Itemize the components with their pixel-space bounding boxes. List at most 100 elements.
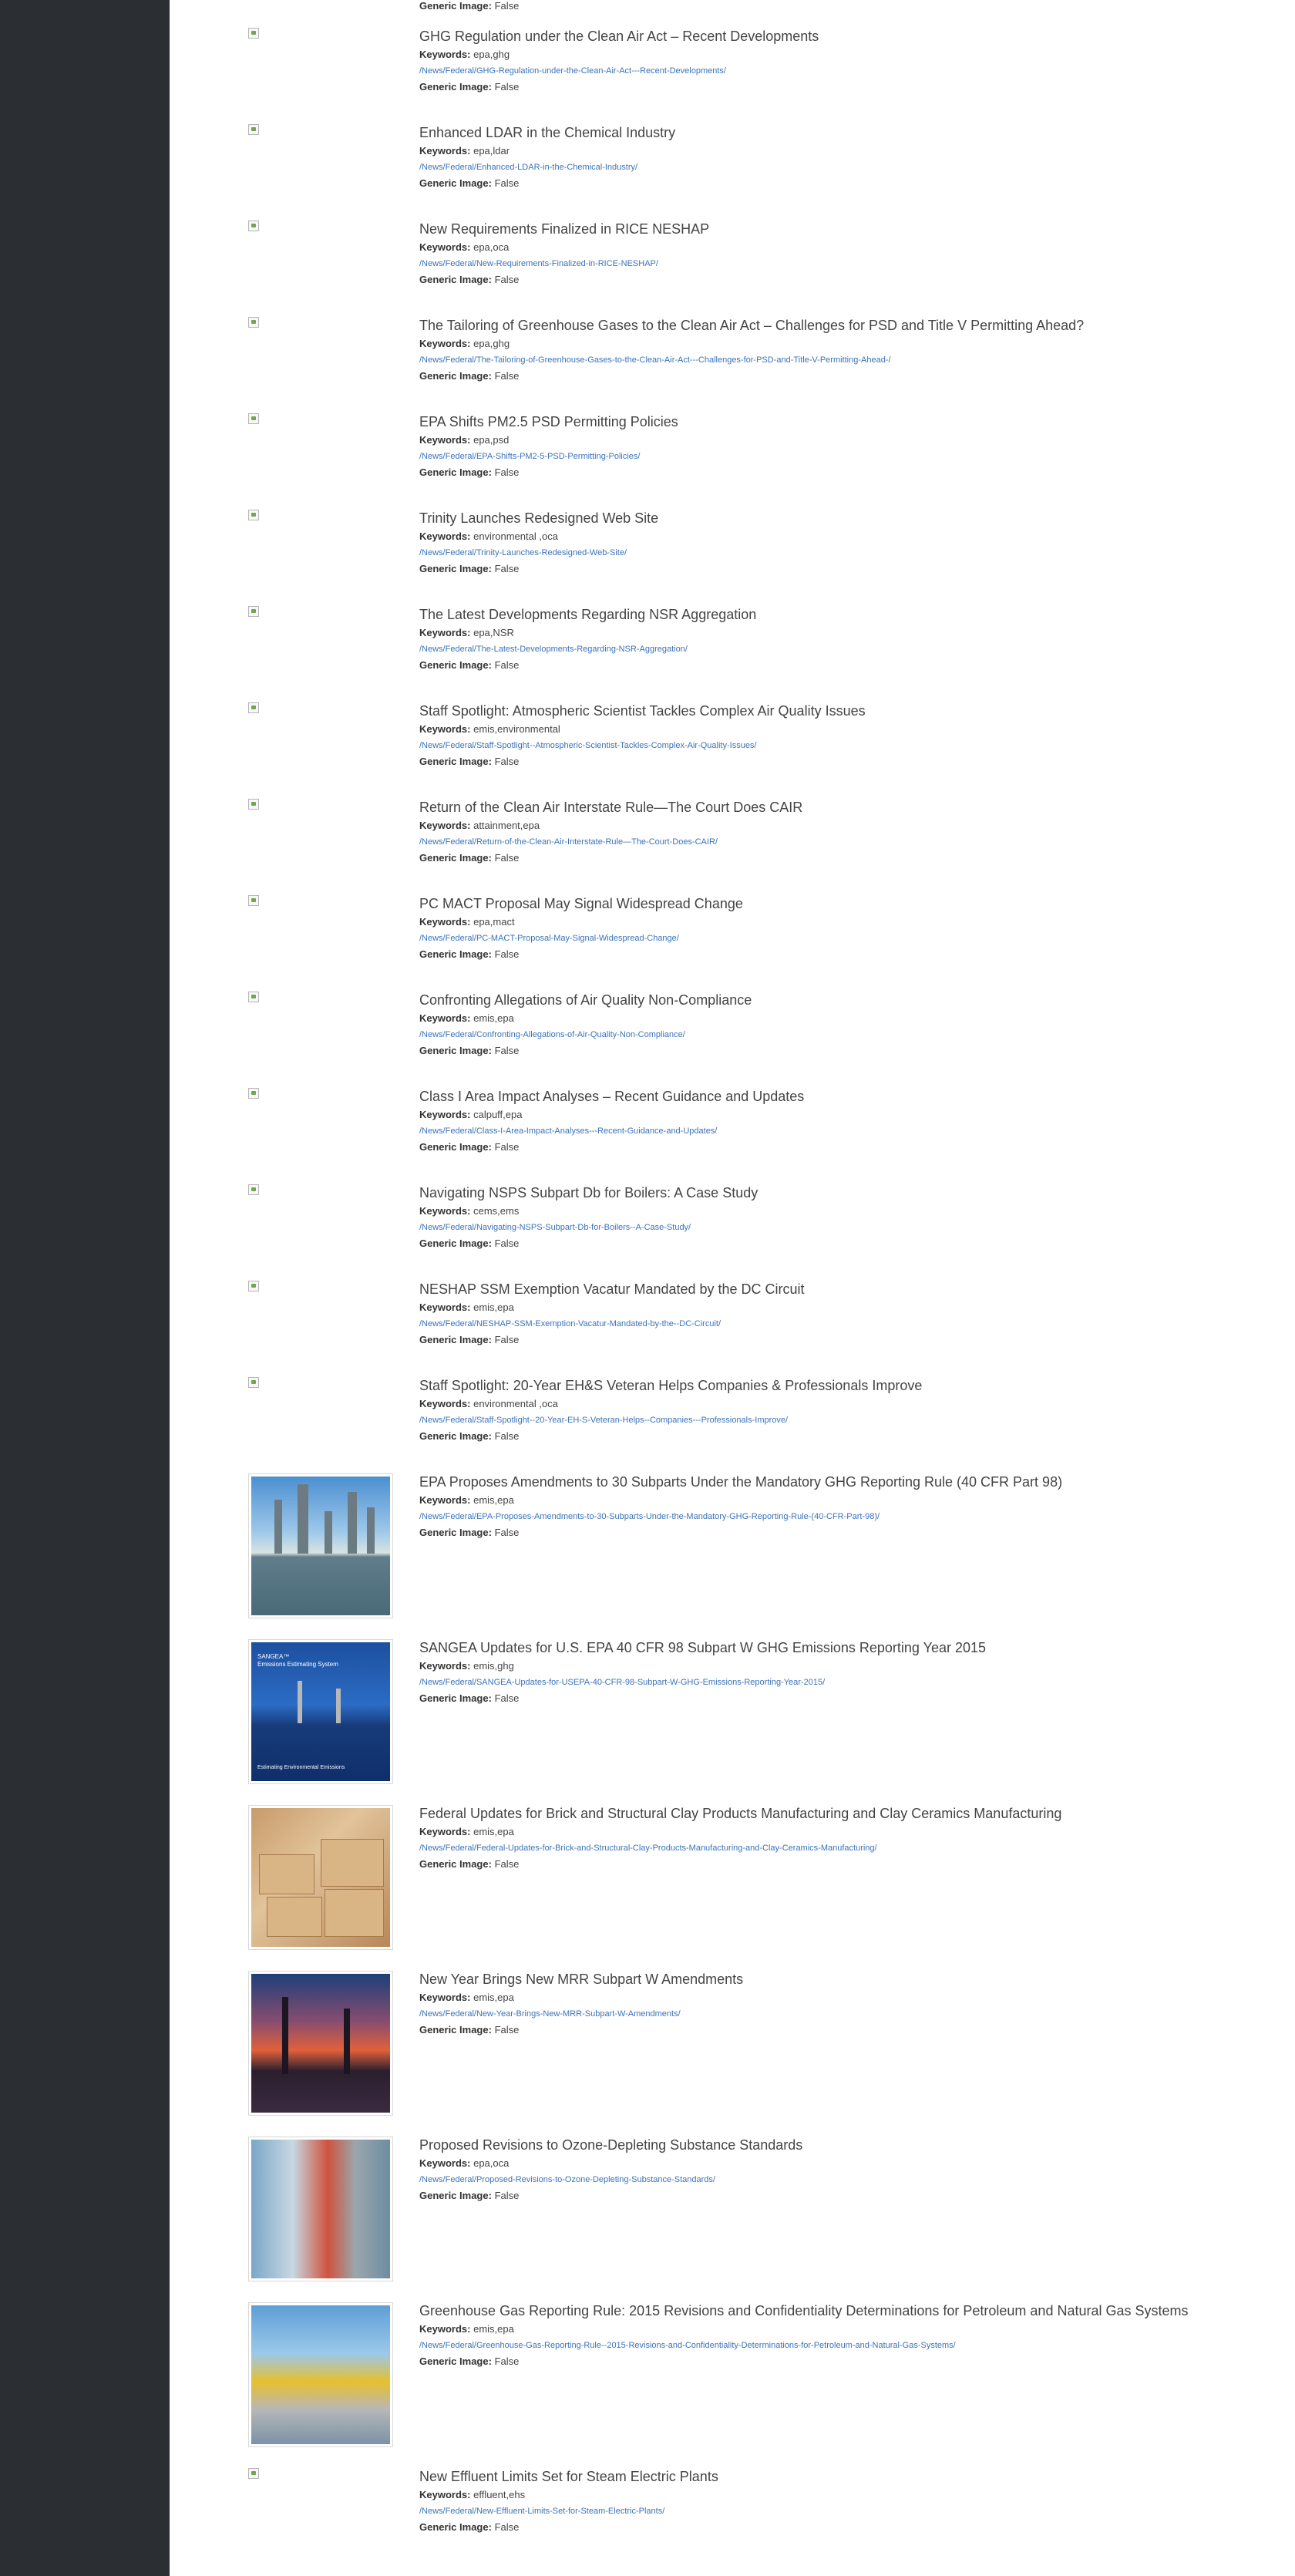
news-title[interactable]: Trinity Launches Redesigned Web Site: [419, 510, 1275, 527]
broken-image-icon[interactable]: [248, 2468, 259, 2479]
keywords-line: Keywords: emis,epa: [419, 2323, 514, 2335]
keywords-line: Keywords: epa,ldar: [419, 145, 510, 157]
news-url-link[interactable]: /News/Federal/SANGEA-Updates-for-USEPA-4…: [419, 1677, 1275, 1688]
news-url-link[interactable]: /News/Federal/Staff-Spotlight--20-Year-E…: [419, 1415, 1275, 1426]
generic-image-value: False: [494, 756, 520, 767]
keywords-line: Keywords: epa,oca: [419, 241, 510, 253]
news-url-link[interactable]: /News/Federal/Return-of-the-Clean-Air-In…: [419, 837, 1275, 847]
news-title[interactable]: Proposed Revisions to Ozone-Depleting Su…: [419, 2137, 1275, 2153]
article-image[interactable]: [248, 1971, 393, 2116]
keywords-value: epa,oca: [473, 2157, 510, 2169]
news-url-link[interactable]: /News/Federal/Proposed-Revisions-to-Ozon…: [419, 2174, 1275, 2185]
news-title[interactable]: NESHAP SSM Exemption Vacatur Mandated by…: [419, 1281, 1275, 1298]
article-image[interactable]: SANGEA™ Emissions Estimating System Esti…: [248, 1639, 393, 1784]
news-url-link[interactable]: /News/Federal/The-Latest-Developments-Re…: [419, 644, 1275, 655]
news-url-link[interactable]: /News/Federal/Trinity-Launches-Redesigne…: [419, 547, 1275, 558]
article-photo: SANGEA™ Emissions Estimating System Esti…: [251, 1642, 390, 1781]
broken-image-icon[interactable]: [248, 1184, 259, 1195]
keywords-value: emis,epa: [473, 1992, 514, 2003]
broken-image-icon[interactable]: [248, 1377, 259, 1388]
news-url-link[interactable]: /News/Federal/GHG-Regulation-under-the-C…: [419, 66, 1275, 76]
broken-image-icon[interactable]: [248, 413, 259, 424]
broken-image-icon[interactable]: [248, 221, 259, 231]
generic-image-value: False: [494, 2190, 520, 2201]
news-url-link[interactable]: /News/Federal/Federal-Updates-for-Brick-…: [419, 1843, 1275, 1854]
news-title[interactable]: New Year Brings New MRR Subpart W Amendm…: [419, 1971, 1275, 1988]
article-image[interactable]: [248, 2137, 393, 2281]
broken-image-icon[interactable]: [248, 1088, 259, 1099]
generic-image-line: Generic Image: False: [419, 659, 520, 671]
news-url-link[interactable]: /News/Federal/Confronting-Allegations-of…: [419, 1029, 1275, 1040]
news-title[interactable]: Enhanced LDAR in the Chemical Industry: [419, 124, 1275, 141]
broken-image-icon[interactable]: [248, 799, 259, 810]
broken-image-icon[interactable]: [248, 28, 259, 39]
news-url-link[interactable]: /News/Federal/EPA-Proposes-Amendments-to…: [419, 1511, 1275, 1522]
news-title[interactable]: The Latest Developments Regarding NSR Ag…: [419, 606, 1275, 623]
news-title[interactable]: PC MACT Proposal May Signal Widespread C…: [419, 895, 1275, 912]
news-title[interactable]: The Tailoring of Greenhouse Gases to the…: [419, 317, 1275, 334]
news-title[interactable]: Greenhouse Gas Reporting Rule: 2015 Revi…: [419, 2302, 1275, 2319]
news-title[interactable]: Navigating NSPS Subpart Db for Boilers: …: [419, 1184, 1275, 1201]
news-title[interactable]: EPA Shifts PM2.5 PSD Permitting Policies: [419, 413, 1275, 430]
news-url-link[interactable]: /News/Federal/PC-MACT-Proposal-May-Signa…: [419, 933, 1275, 944]
broken-image-icon[interactable]: [248, 702, 259, 713]
generic-image-value: False: [494, 1858, 520, 1870]
news-url-link[interactable]: /News/Federal/NESHAP-SSM-Exemption-Vacat…: [419, 1318, 1275, 1329]
news-item-text: Proposed Revisions to Ozone-Depleting Su…: [419, 2137, 1275, 2202]
keywords-value: effluent,ehs: [473, 2489, 526, 2500]
news-url-link[interactable]: /News/Federal/EPA-Shifts-PM2-5-PSD-Permi…: [419, 451, 1275, 462]
article-image[interactable]: [248, 2302, 393, 2447]
keywords-line: Keywords: environmental ,oca: [419, 530, 558, 542]
news-url-link[interactable]: /News/Federal/Enhanced-LDAR-in-the-Chemi…: [419, 162, 1275, 173]
news-item-text: EPA Shifts PM2.5 PSD Permitting Policies…: [419, 413, 1275, 479]
broken-image-icon[interactable]: [248, 992, 259, 1002]
keywords-line: Keywords: epa,oca: [419, 2157, 510, 2169]
keywords-line: Keywords: epa,mact: [419, 916, 515, 928]
broken-image-icon[interactable]: [248, 606, 259, 617]
broken-image-icon[interactable]: [248, 124, 259, 135]
news-title[interactable]: New Requirements Finalized in RICE NESHA…: [419, 221, 1275, 237]
news-item-text: PC MACT Proposal May Signal Widespread C…: [419, 895, 1275, 961]
keywords-line: Keywords: emis,epa: [419, 1494, 514, 1506]
news-item-text: Federal Updates for Brick and Structural…: [419, 1805, 1275, 1871]
news-title[interactable]: EPA Proposes Amendments to 30 Subparts U…: [419, 1473, 1275, 1490]
news-title[interactable]: Staff Spotlight: 20-Year EH&S Veteran He…: [419, 1377, 1275, 1394]
keywords-line: Keywords: effluent,ehs: [419, 2489, 526, 2500]
news-url-link[interactable]: /News/Federal/Greenhouse-Gas-Reporting-R…: [419, 2340, 1275, 2351]
broken-image-icon[interactable]: [248, 317, 259, 328]
keywords-line: Keywords: attainment,epa: [419, 820, 540, 831]
article-image[interactable]: [248, 1805, 393, 1950]
news-title[interactable]: Return of the Clean Air Interstate Rule—…: [419, 799, 1275, 816]
keywords-value: epa,psd: [473, 434, 510, 446]
broken-image-icon[interactable]: [248, 895, 259, 906]
news-title[interactable]: GHG Regulation under the Clean Air Act –…: [419, 28, 1275, 45]
news-title[interactable]: Staff Spotlight: Atmospheric Scientist T…: [419, 702, 1275, 719]
keywords-line: Keywords: epa,ghg: [419, 338, 510, 349]
news-item-text: EPA Proposes Amendments to 30 Subparts U…: [419, 1473, 1275, 1539]
sangea-caption: Estimating Environmental Emissions: [257, 1765, 345, 1770]
news-title[interactable]: SANGEA Updates for U.S. EPA 40 CFR 98 Su…: [419, 1639, 1275, 1656]
news-item-text: SANGEA Updates for U.S. EPA 40 CFR 98 Su…: [419, 1639, 1275, 1705]
news-title[interactable]: Federal Updates for Brick and Structural…: [419, 1805, 1275, 1822]
news-url-link[interactable]: /News/Federal/Staff-Spotlight--Atmospher…: [419, 740, 1275, 751]
news-url-link[interactable]: /News/Federal/Navigating-NSPS-Subpart-Db…: [419, 1222, 1275, 1233]
news-url-link[interactable]: /News/Federal/The-Tailoring-of-Greenhous…: [419, 355, 1275, 365]
news-url-link[interactable]: /News/Federal/New-Requirements-Finalized…: [419, 258, 1275, 269]
news-title[interactable]: Confronting Allegations of Air Quality N…: [419, 992, 1275, 1009]
broken-image-icon[interactable]: [248, 510, 259, 520]
news-url-link[interactable]: /News/Federal/Class-I-Area-Impact-Analys…: [419, 1126, 1275, 1136]
keywords-value: emis,epa: [473, 1826, 514, 1837]
generic-image-line: Generic Image: False: [419, 2521, 520, 2533]
article-image[interactable]: [248, 1473, 393, 1618]
news-url-link[interactable]: /News/Federal/New-Year-Brings-New-MRR-Su…: [419, 2009, 1275, 2019]
news-title[interactable]: Class I Area Impact Analyses – Recent Gu…: [419, 1088, 1275, 1105]
generic-image-line: Generic Image: False: [419, 563, 520, 574]
generic-image-line: Generic Image: False: [419, 1430, 520, 1442]
news-item-text: Enhanced LDAR in the Chemical Industry K…: [419, 124, 1275, 190]
news-title[interactable]: New Effluent Limits Set for Steam Electr…: [419, 2468, 1275, 2485]
generic-image-line: Generic Image: False: [419, 2190, 520, 2201]
news-url-link[interactable]: /News/Federal/New-Effluent-Limits-Set-fo…: [419, 2506, 1275, 2517]
generic-image-value: False: [494, 2024, 520, 2036]
keywords-value: emis,epa: [473, 2323, 514, 2335]
broken-image-icon[interactable]: [248, 1281, 259, 1291]
